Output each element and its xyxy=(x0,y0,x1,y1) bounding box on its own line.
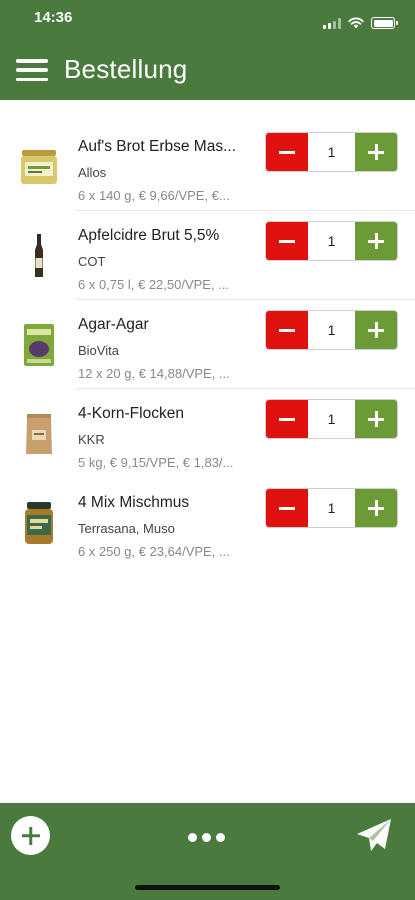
product-image xyxy=(16,233,62,279)
minus-icon xyxy=(279,506,295,510)
list-item[interactable]: Auf's Brot Erbse Mas... Allos 6 x 140 g,… xyxy=(0,122,415,211)
jar-image xyxy=(25,502,53,544)
minus-icon xyxy=(279,328,295,332)
jar-spread-image xyxy=(21,150,57,184)
product-brand: Terrasana, Muso xyxy=(78,521,175,536)
top-app-bar: 14:36 Bestellung xyxy=(0,0,415,100)
order-list: Auf's Brot Erbse Mas... Allos 6 x 140 g,… xyxy=(0,122,415,567)
battery-icon xyxy=(371,17,398,29)
quantity-stepper: 1 xyxy=(265,488,398,528)
decrease-button[interactable] xyxy=(266,489,308,527)
product-info: 6 x 250 g, € 23,64/VPE, ... xyxy=(78,544,230,559)
home-indicator xyxy=(135,885,280,890)
bottom-toolbar xyxy=(0,803,415,900)
quantity-stepper: 1 xyxy=(265,221,398,261)
wifi-icon xyxy=(348,17,364,29)
quantity-value[interactable]: 1 xyxy=(308,133,355,171)
quantity-value[interactable]: 1 xyxy=(308,489,355,527)
increase-button[interactable] xyxy=(355,400,397,438)
product-info: 6 x 0,75 l, € 22,50/VPE, ... xyxy=(78,277,230,292)
quantity-value[interactable]: 1 xyxy=(308,222,355,260)
product-image xyxy=(16,500,62,546)
product-image xyxy=(16,411,62,457)
product-image xyxy=(16,322,62,368)
menu-button[interactable] xyxy=(16,57,48,83)
quantity-value[interactable]: 1 xyxy=(308,311,355,349)
status-time: 14:36 xyxy=(34,9,73,26)
decrease-button[interactable] xyxy=(266,311,308,349)
more-button[interactable] xyxy=(184,829,229,846)
bottle-image xyxy=(35,234,43,277)
product-info: 12 x 20 g, € 14,88/VPE, ... xyxy=(78,366,230,381)
list-item[interactable]: Agar-Agar BioVita 12 x 20 g, € 14,88/VPE… xyxy=(0,300,415,389)
product-brand: Allos xyxy=(78,165,107,180)
add-button[interactable] xyxy=(11,816,50,855)
hamburger-menu-icon xyxy=(16,59,48,63)
decrease-button[interactable] xyxy=(266,400,308,438)
product-info: 5 kg, € 9,15/VPE, € 1,83/... xyxy=(78,455,234,470)
list-item[interactable]: 4 Mix Mischmus Terrasana, Muso 6 x 250 g… xyxy=(0,478,415,567)
product-name: 4-Korn-Flocken xyxy=(78,405,184,422)
increase-button[interactable] xyxy=(355,311,397,349)
cellular-signal-icon xyxy=(323,17,341,29)
quantity-value[interactable]: 1 xyxy=(308,400,355,438)
paper-bag-image xyxy=(26,414,52,454)
product-name: 4 Mix Mischmus xyxy=(78,494,190,511)
minus-icon xyxy=(279,417,295,421)
status-icons xyxy=(323,17,398,29)
product-name: Agar-Agar xyxy=(78,316,149,333)
increase-button[interactable] xyxy=(355,133,397,171)
product-name: Auf's Brot Erbse Mas... xyxy=(78,138,237,155)
quantity-stepper: 1 xyxy=(265,310,398,350)
quantity-stepper: 1 xyxy=(265,399,398,439)
product-name: Apfelcidre Brut 5,5% xyxy=(78,227,220,244)
product-image xyxy=(16,144,62,190)
product-brand: KKR xyxy=(78,432,105,447)
decrease-button[interactable] xyxy=(266,133,308,171)
more-dots-icon xyxy=(188,833,197,842)
list-item[interactable]: Apfelcidre Brut 5,5% COT 6 x 0,75 l, € 2… xyxy=(0,211,415,300)
minus-icon xyxy=(279,239,295,243)
product-brand: BioVita xyxy=(78,343,119,358)
quantity-stepper: 1 xyxy=(265,132,398,172)
product-brand: COT xyxy=(78,254,106,269)
increase-button[interactable] xyxy=(355,489,397,527)
increase-button[interactable] xyxy=(355,222,397,260)
product-info: 6 x 140 g, € 9,66/VPE, €... xyxy=(78,188,230,203)
page-title: Bestellung xyxy=(64,54,188,84)
decrease-button[interactable] xyxy=(266,222,308,260)
list-item[interactable]: 4-Korn-Flocken KKR 5 kg, € 9,15/VPE, € 1… xyxy=(0,389,415,478)
send-button[interactable] xyxy=(354,816,394,856)
package-image xyxy=(24,324,54,366)
minus-icon xyxy=(279,150,295,154)
